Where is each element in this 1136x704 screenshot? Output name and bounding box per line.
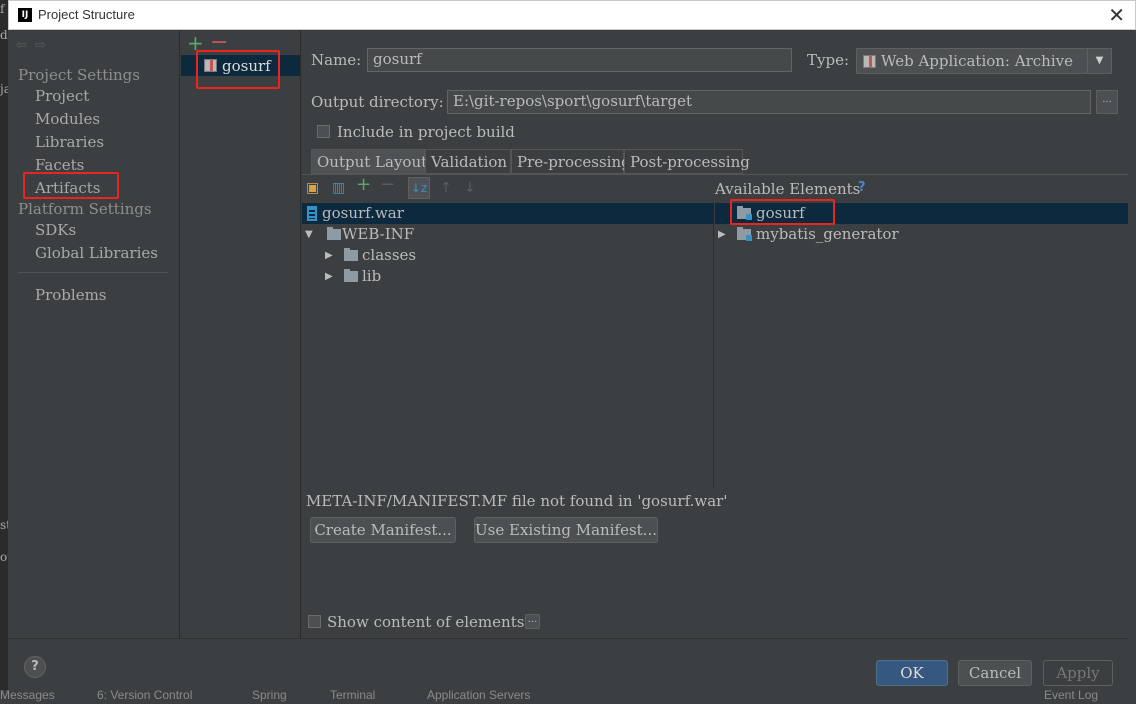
tool-window-messages: Messages [0,690,55,702]
expand-right-icon[interactable]: ▶ [325,250,333,261]
available-item-label: gosurf [756,204,805,222]
help-icon[interactable]: ? [858,180,866,195]
available-elements-title: Available Elements [715,180,861,198]
ok-button[interactable]: OK [876,660,948,686]
folder-icon [344,269,358,282]
remove-artifact-icon[interactable]: − [210,30,228,55]
tab-validation[interactable]: Validation [425,149,511,174]
nav-item-global-libraries[interactable]: Global Libraries [35,244,158,262]
nav-item-libraries[interactable]: Libraries [35,133,104,151]
create-directory-icon[interactable]: ▣ [306,180,319,196]
tree-row-label: WEB-INF [342,225,415,243]
folder-icon [327,227,341,240]
output-layout-toolbar: ▣ ▥ + − ↓z ↑ ↓ [302,175,714,203]
artifact-list: + − gosurf [181,30,301,638]
artifact-editor: Name: gosurf Type: Web Application: Arch… [302,30,1128,638]
tree-row-label: classes [362,246,417,264]
include-build-checkbox[interactable] [317,125,330,138]
move-down-icon[interactable]: ↓ [464,180,476,196]
available-item-gosurf[interactable]: gosurf [715,203,1128,224]
folder-icon [344,248,358,261]
nav-item-modules[interactable]: Modules [35,110,100,128]
output-tree: gosurf.war ▼ WEB-INF ▶ classes ▶ lib [302,203,714,488]
output-directory-label: Output directory: [311,93,444,111]
expand-down-icon[interactable]: ▼ [305,229,313,240]
manifest-warning: META-INF/MANIFEST.MF file not found in '… [306,492,728,510]
browse-button[interactable]: ... [1096,90,1118,114]
artifact-item-label: gosurf [222,57,271,75]
available-item-mybatis-generator[interactable]: ▶ mybatis_generator [715,224,1128,245]
tree-row-label: lib [362,267,382,285]
artifact-item-gosurf[interactable]: gosurf [181,55,300,76]
module-folder-icon [737,227,752,241]
background-ide-edge: f d ja st ou [0,0,8,704]
expand-right-icon[interactable]: ▶ [718,229,726,240]
tree-row-gosurf-war[interactable]: gosurf.war [302,203,714,224]
tree-row-web-inf[interactable]: ▼ WEB-INF [302,224,714,245]
type-select[interactable]: Web Application: Archive ▼ [856,48,1112,74]
war-archive-icon [863,55,876,68]
tab-post-processing[interactable]: Post-processing [624,149,750,174]
tab-pre-processing[interactable]: Pre-processing [511,149,631,174]
show-content-checkbox[interactable] [308,615,321,628]
name-input[interactable]: gosurf [367,48,792,72]
section-platform-settings: Platform Settings [18,200,152,218]
move-up-icon[interactable]: ↑ [440,180,452,196]
nav-divider [18,272,168,273]
include-build-label: Include in project build [337,123,515,141]
background-tool-window-bar: Messages 6: Version Control Spring Termi… [0,690,1136,704]
help-button[interactable]: ? [24,656,46,678]
dialog-footer: ? OK Cancel Apply [8,638,1128,690]
module-folder-icon [737,206,752,220]
tree-row-lib[interactable]: ▶ lib [302,266,714,287]
window-title: Project Structure [38,7,135,22]
nav-item-artifacts[interactable]: Artifacts [35,179,100,197]
tree-row-label: gosurf.war [322,204,404,222]
add-artifact-icon[interactable]: + [187,31,204,55]
show-content-label: Show content of elements [327,613,525,631]
sort-icon[interactable]: ↓z [408,177,430,199]
tab-output-layout[interactable]: Output Layout [311,149,427,174]
close-icon[interactable]: ✕ [1108,3,1125,27]
type-select-value: Web Application: Archive [881,52,1073,70]
nav-item-sdks[interactable]: SDKs [35,221,76,239]
war-file-icon [307,206,317,221]
create-manifest-button[interactable]: Create Manifest... [310,517,456,543]
project-structure-dialog: ⇦⇨ Project Settings Project Modules Libr… [8,30,1128,690]
intellij-icon: IJ [18,8,32,22]
back-forward-icons[interactable]: ⇦⇨ [16,38,54,53]
expand-right-icon[interactable]: ▶ [325,271,333,282]
use-existing-manifest-button[interactable]: Use Existing Manifest... [474,517,658,543]
nav-item-facets[interactable]: Facets [35,156,84,174]
output-layout-panel: ▣ ▥ + − ↓z ↑ ↓ gosurf.war ▼ WEB-INF ▶ cl… [302,175,1128,638]
tool-window-event-log: Event Log [1044,690,1099,702]
war-archive-icon [204,59,217,72]
tool-window-spring: Spring [252,690,287,702]
tree-row-classes[interactable]: ▶ classes [302,245,714,266]
nav-item-project[interactable]: Project [35,87,89,105]
create-archive-icon[interactable]: ▥ [332,180,345,196]
type-label: Type: [807,51,850,69]
window-titlebar: IJ Project Structure ✕ [8,0,1136,30]
output-directory-input[interactable]: E:\git-repos\sport\gosurf\target [447,90,1091,114]
add-copy-icon[interactable]: + [356,176,371,194]
apply-button[interactable]: Apply [1043,660,1113,686]
chevron-down-icon: ▼ [1087,49,1111,73]
section-project-settings: Project Settings [18,66,140,84]
tool-window-version-control: 6: Version Control [97,690,193,702]
remove-icon[interactable]: − [380,176,395,194]
available-item-label: mybatis_generator [756,225,899,243]
tool-window-terminal: Terminal [330,690,376,702]
nav-item-problems[interactable]: Problems [35,286,107,304]
tool-window-app-servers: Application Servers [427,690,531,702]
settings-nav: ⇦⇨ Project Settings Project Modules Libr… [8,30,180,638]
cancel-button[interactable]: Cancel [958,660,1032,686]
show-content-options-button[interactable]: ... [525,614,540,629]
name-label: Name: [311,51,362,69]
